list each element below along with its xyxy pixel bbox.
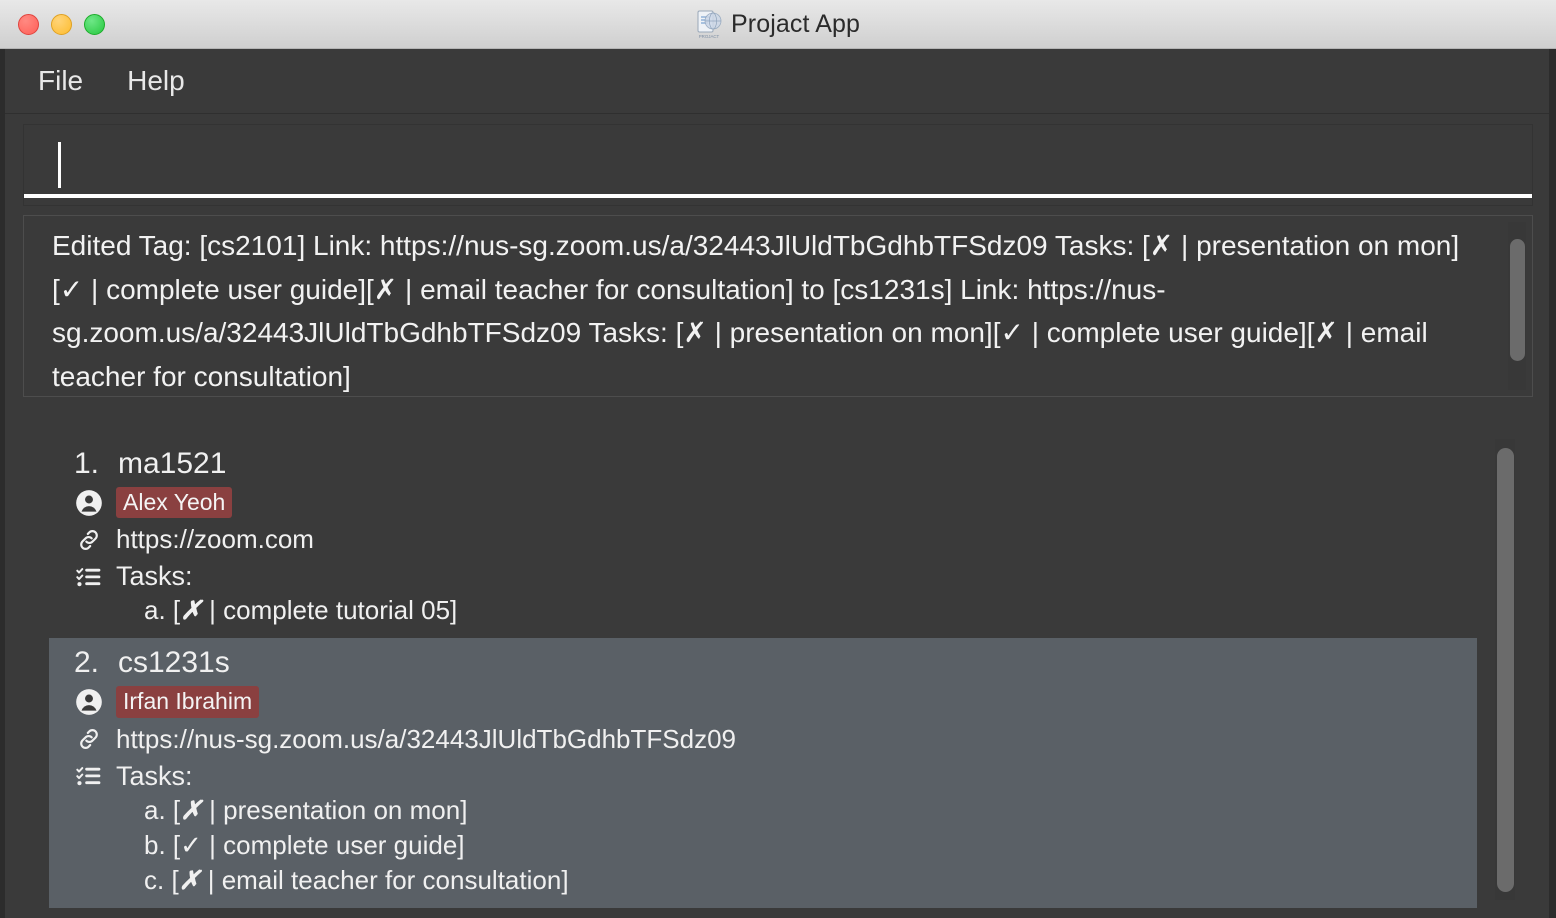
window-right-edge [1549, 49, 1556, 918]
list-item-tag-name: ma1521 [118, 447, 227, 480]
task-line: b. [✓ | complete user guide] [144, 829, 465, 860]
task-letter: c. [144, 864, 165, 895]
task-letter: a. [144, 595, 166, 626]
title-bar-center: PROJACT Projact App [0, 9, 1556, 39]
task-not-done-icon: ✗ [180, 794, 202, 825]
task-letter: b. [144, 829, 166, 860]
list-item-header: 1. ma1521 [49, 447, 1477, 481]
task-text: complete tutorial 05 [223, 595, 451, 626]
person-badge: Irfan Ibrahim [116, 686, 260, 718]
tag-list-scrollbar-thumb[interactable] [1497, 448, 1514, 892]
result-display-container: Edited Tag: [cs2101] Link: https://nus-s… [23, 215, 1533, 397]
svg-text:PROJACT: PROJACT [699, 34, 720, 39]
minimize-window-button[interactable] [51, 13, 72, 35]
list-item-link-row[interactable]: https://nus-sg.zoom.us/a/32443JlUldTbGdh… [49, 724, 1477, 755]
close-window-button[interactable] [18, 13, 39, 35]
window-title: Projact App [731, 9, 860, 38]
task-line: a. [✗ | complete tutorial 05] [144, 595, 458, 626]
list-item-link[interactable]: https://nus-sg.zoom.us/a/32443JlUldTbGdh… [116, 724, 736, 755]
maximize-window-button[interactable] [84, 13, 105, 35]
menu-item-file[interactable]: File [38, 65, 83, 97]
result-scrollbar[interactable] [1508, 222, 1526, 390]
tasks-label: Tasks: [116, 760, 193, 791]
list-item-link-row[interactable]: https://zoom.com [49, 524, 1477, 555]
task-not-done-icon: ✗ [180, 595, 202, 626]
checklist-icon [74, 562, 104, 592]
list-item-tasks-row: Tasks: [49, 561, 1477, 592]
task-text: presentation on mon [223, 794, 461, 825]
menu-bar: File Help [0, 49, 1556, 114]
list-item-index: 1. [74, 447, 100, 480]
result-scrollbar-thumb[interactable] [1510, 239, 1525, 361]
command-input-container[interactable] [23, 124, 1533, 206]
task-line: a. [✗ | presentation on mon] [144, 794, 468, 825]
list-item-header: 2. cs1231s [49, 646, 1477, 680]
person-icon [74, 488, 104, 518]
tasks-label: Tasks: [116, 561, 193, 592]
task-text: complete user guide [223, 829, 458, 860]
task-done-icon: ✓ [180, 829, 202, 860]
checklist-icon [74, 761, 104, 791]
list-item-tag-name: cs1231s [118, 646, 230, 680]
link-icon [74, 724, 104, 754]
window-controls [0, 13, 105, 35]
list-item-person-row: Alex Yeoh [49, 487, 1477, 519]
person-icon [74, 687, 104, 717]
list-item-link[interactable]: https://zoom.com [116, 524, 314, 555]
person-badge: Alex Yeoh [116, 487, 233, 519]
list-item[interactable]: 1. ma1521 Alex Yeoh https://zoom.com Tasks: a… [49, 439, 1477, 639]
list-item-person-row: Irfan Ibrahim [49, 686, 1477, 718]
list-item-tasks-row: Tasks: [49, 761, 1477, 792]
tag-list-scrollbar[interactable] [1495, 439, 1515, 900]
task-not-done-icon: ✗ [178, 864, 201, 895]
command-input[interactable] [32, 125, 1524, 205]
app-window: PROJACT Projact App File Help Edited Tag… [0, 0, 1556, 918]
text-caret [58, 142, 61, 188]
task-line: c. [✗ | email teacher for consultation] [144, 864, 569, 895]
tag-list-panel: 1. ma1521 Alex Yeoh https://zoom.com Tasks: a… [23, 431, 1533, 918]
title-bar: PROJACT Projact App [0, 0, 1556, 49]
tag-list: 1. ma1521 Alex Yeoh https://zoom.com Tasks: a… [49, 439, 1477, 918]
window-left-edge [0, 49, 5, 918]
list-item[interactable]: 2. cs1231s Irfan Ibrahim https://nus-sg.zoo… [49, 638, 1477, 908]
projact-logo-icon: PROJACT [696, 9, 722, 39]
list-item-index: 2. [74, 646, 100, 680]
command-input-underline [24, 194, 1532, 198]
menu-item-help[interactable]: Help [127, 65, 185, 97]
task-text: email teacher for consultation [221, 864, 562, 895]
link-icon [74, 525, 104, 555]
task-letter: a. [144, 794, 166, 825]
result-display-text: Edited Tag: [cs2101] Link: https://nus-s… [52, 230, 1460, 392]
